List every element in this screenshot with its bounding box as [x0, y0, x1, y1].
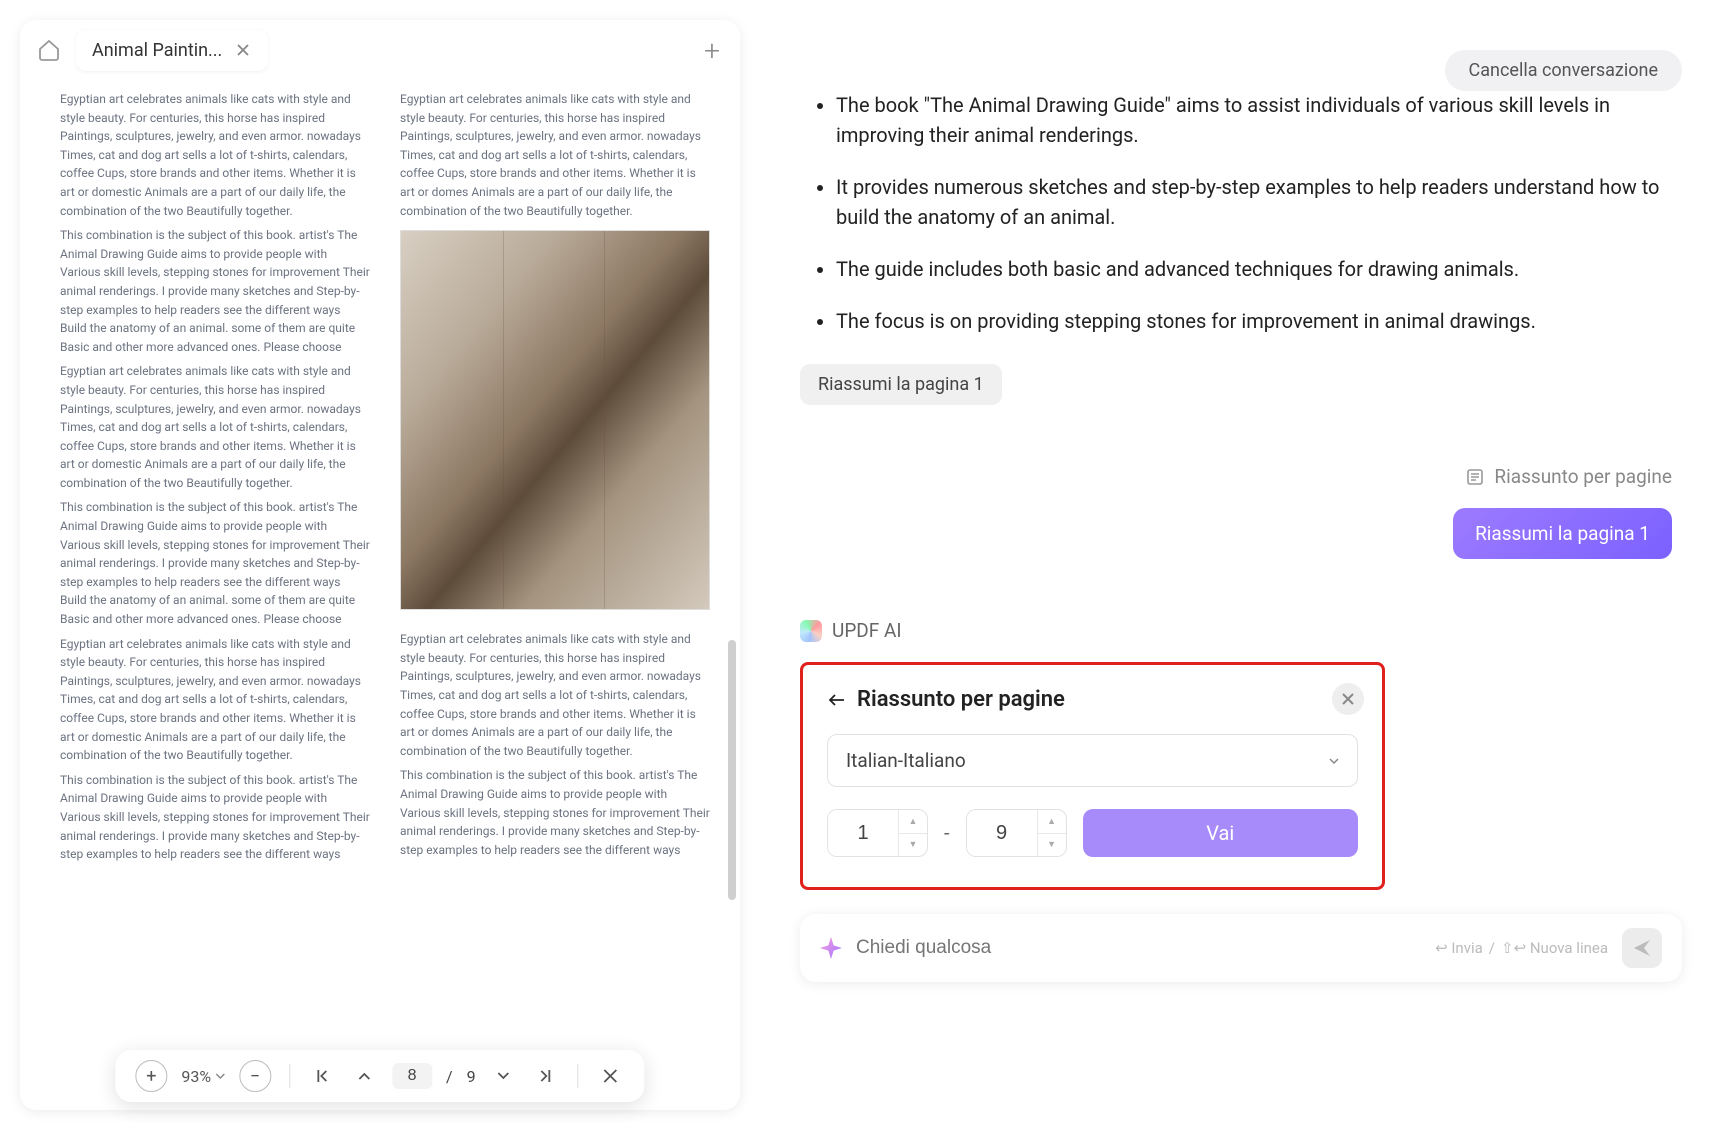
- doc-paragraph: This combination is the subject of this …: [60, 771, 370, 864]
- bullet-item: The guide includes both basic and advanc…: [836, 254, 1682, 284]
- from-page-down-button[interactable]: ▼: [899, 834, 927, 857]
- separator: [289, 1064, 290, 1088]
- close-toolbar-button[interactable]: [597, 1062, 625, 1090]
- bullet-item: The book "The Animal Drawing Guide" aims…: [836, 90, 1682, 150]
- document-panel: Animal Paintin... + Egyptian art celebra…: [20, 20, 740, 1110]
- tab-title: Animal Paintin...: [92, 40, 222, 61]
- doc-paragraph: This combination is the subject of this …: [60, 226, 370, 356]
- go-button[interactable]: Vai: [1083, 809, 1358, 857]
- page-total: 9: [467, 1067, 476, 1086]
- from-page-up-button[interactable]: ▲: [899, 810, 927, 834]
- input-hints: ↩ Invia / ⇧↩ Nuova linea: [1435, 939, 1608, 957]
- ai-response-header: UPDF AI: [800, 619, 1682, 642]
- from-page-input[interactable]: [828, 810, 898, 856]
- send-button[interactable]: [1622, 928, 1662, 968]
- doc-paragraph: This combination is the subject of this …: [60, 498, 370, 628]
- add-tab-button[interactable]: +: [698, 36, 726, 64]
- language-dropdown[interactable]: Italian-Italiano: [827, 734, 1358, 787]
- zoom-in-button[interactable]: +: [135, 1060, 167, 1092]
- hint-newline: ⇧↩ Nuova linea: [1501, 939, 1608, 957]
- bullet-item: It provides numerous sketches and step-b…: [836, 172, 1682, 232]
- document-viewport[interactable]: Egyptian art celebrates animals like cat…: [20, 80, 740, 1110]
- doc-paragraph: Egyptian art celebrates animals like cat…: [400, 630, 710, 760]
- chevron-down-icon: [1329, 756, 1339, 766]
- doc-paragraph: Egyptian art celebrates animals like cat…: [400, 90, 710, 220]
- chat-panel: Cancella conversazione The book "The Ani…: [770, 20, 1702, 1110]
- to-page-up-button[interactable]: ▲: [1038, 810, 1066, 834]
- page-number-input[interactable]: [392, 1063, 432, 1089]
- zoom-nav-toolbar: + 93% − / 9: [115, 1050, 644, 1102]
- doc-column-left: Egyptian art celebrates animals like cat…: [60, 90, 370, 870]
- home-icon[interactable]: [34, 35, 64, 65]
- ai-name-label: UPDF AI: [832, 619, 902, 642]
- send-icon: [1632, 938, 1652, 958]
- summary-by-pages-popup: Riassunto per pagine Italian-Italiano ▲ …: [800, 662, 1385, 890]
- to-page-stepper: ▲ ▼: [966, 809, 1067, 857]
- doc-column-right: Egyptian art celebrates animals like cat…: [400, 90, 710, 870]
- last-page-button[interactable]: [532, 1062, 560, 1090]
- range-separator: -: [944, 821, 950, 845]
- chat-input[interactable]: [856, 937, 1421, 959]
- from-page-stepper: ▲ ▼: [827, 809, 928, 857]
- prev-page-button[interactable]: [350, 1062, 378, 1090]
- zoom-value: 93%: [181, 1067, 211, 1086]
- zoom-level-dropdown[interactable]: 93%: [181, 1067, 225, 1086]
- close-popup-button[interactable]: [1332, 683, 1364, 715]
- scrollbar-thumb[interactable]: [728, 640, 736, 900]
- zoom-out-button[interactable]: −: [239, 1060, 271, 1092]
- chevron-down-icon: [215, 1071, 225, 1081]
- first-page-button[interactable]: [308, 1062, 336, 1090]
- bullet-item: The focus is on providing stepping stone…: [836, 306, 1682, 336]
- hint-send: ↩ Invia: [1435, 939, 1483, 957]
- to-page-input[interactable]: [967, 810, 1037, 856]
- updf-logo-icon: [800, 620, 822, 642]
- horse-illustration: [400, 230, 710, 610]
- page-range-row: ▲ ▼ - ▲ ▼ Vai: [827, 809, 1358, 857]
- close-icon[interactable]: [234, 41, 252, 59]
- sparkle-icon: [820, 937, 842, 959]
- doc-paragraph: Egyptian art celebrates animals like cat…: [60, 362, 370, 492]
- doc-paragraph: This combination is the subject of this …: [400, 766, 710, 859]
- doc-paragraph: Egyptian art celebrates animals like cat…: [60, 635, 370, 765]
- language-value: Italian-Italiano: [846, 749, 966, 772]
- user-message-group: Riassunto per pagine Riassumi la pagina …: [800, 465, 1682, 559]
- doc-paragraph: Egyptian art celebrates animals like cat…: [60, 90, 370, 220]
- chat-input-bar: ↩ Invia / ⇧↩ Nuova linea: [800, 914, 1682, 982]
- next-page-button[interactable]: [490, 1062, 518, 1090]
- hint-separator: /: [1489, 939, 1495, 957]
- list-icon: [1466, 468, 1484, 486]
- chat-messages: The book "The Animal Drawing Guide" aims…: [770, 40, 1702, 1110]
- return-icon: [827, 690, 847, 710]
- tab-bar: Animal Paintin... +: [20, 20, 740, 80]
- user-mode-text: Riassunto per pagine: [1494, 465, 1672, 488]
- to-page-down-button[interactable]: ▼: [1038, 834, 1066, 857]
- popup-title: Riassunto per pagine: [857, 687, 1065, 712]
- separator: [578, 1064, 579, 1088]
- page-separator: /: [446, 1067, 453, 1086]
- user-mode-label: Riassunto per pagine: [1466, 465, 1672, 488]
- popup-header: Riassunto per pagine: [827, 687, 1358, 712]
- assistant-response: The book "The Animal Drawing Guide" aims…: [800, 90, 1682, 336]
- clear-conversation-button[interactable]: Cancella conversazione: [1445, 50, 1682, 91]
- document-page: Egyptian art celebrates animals like cat…: [60, 90, 710, 870]
- suggestion-chip[interactable]: Riassumi la pagina 1: [800, 364, 1002, 405]
- user-message-bubble: Riassumi la pagina 1: [1453, 508, 1672, 559]
- document-tab[interactable]: Animal Paintin...: [76, 30, 268, 71]
